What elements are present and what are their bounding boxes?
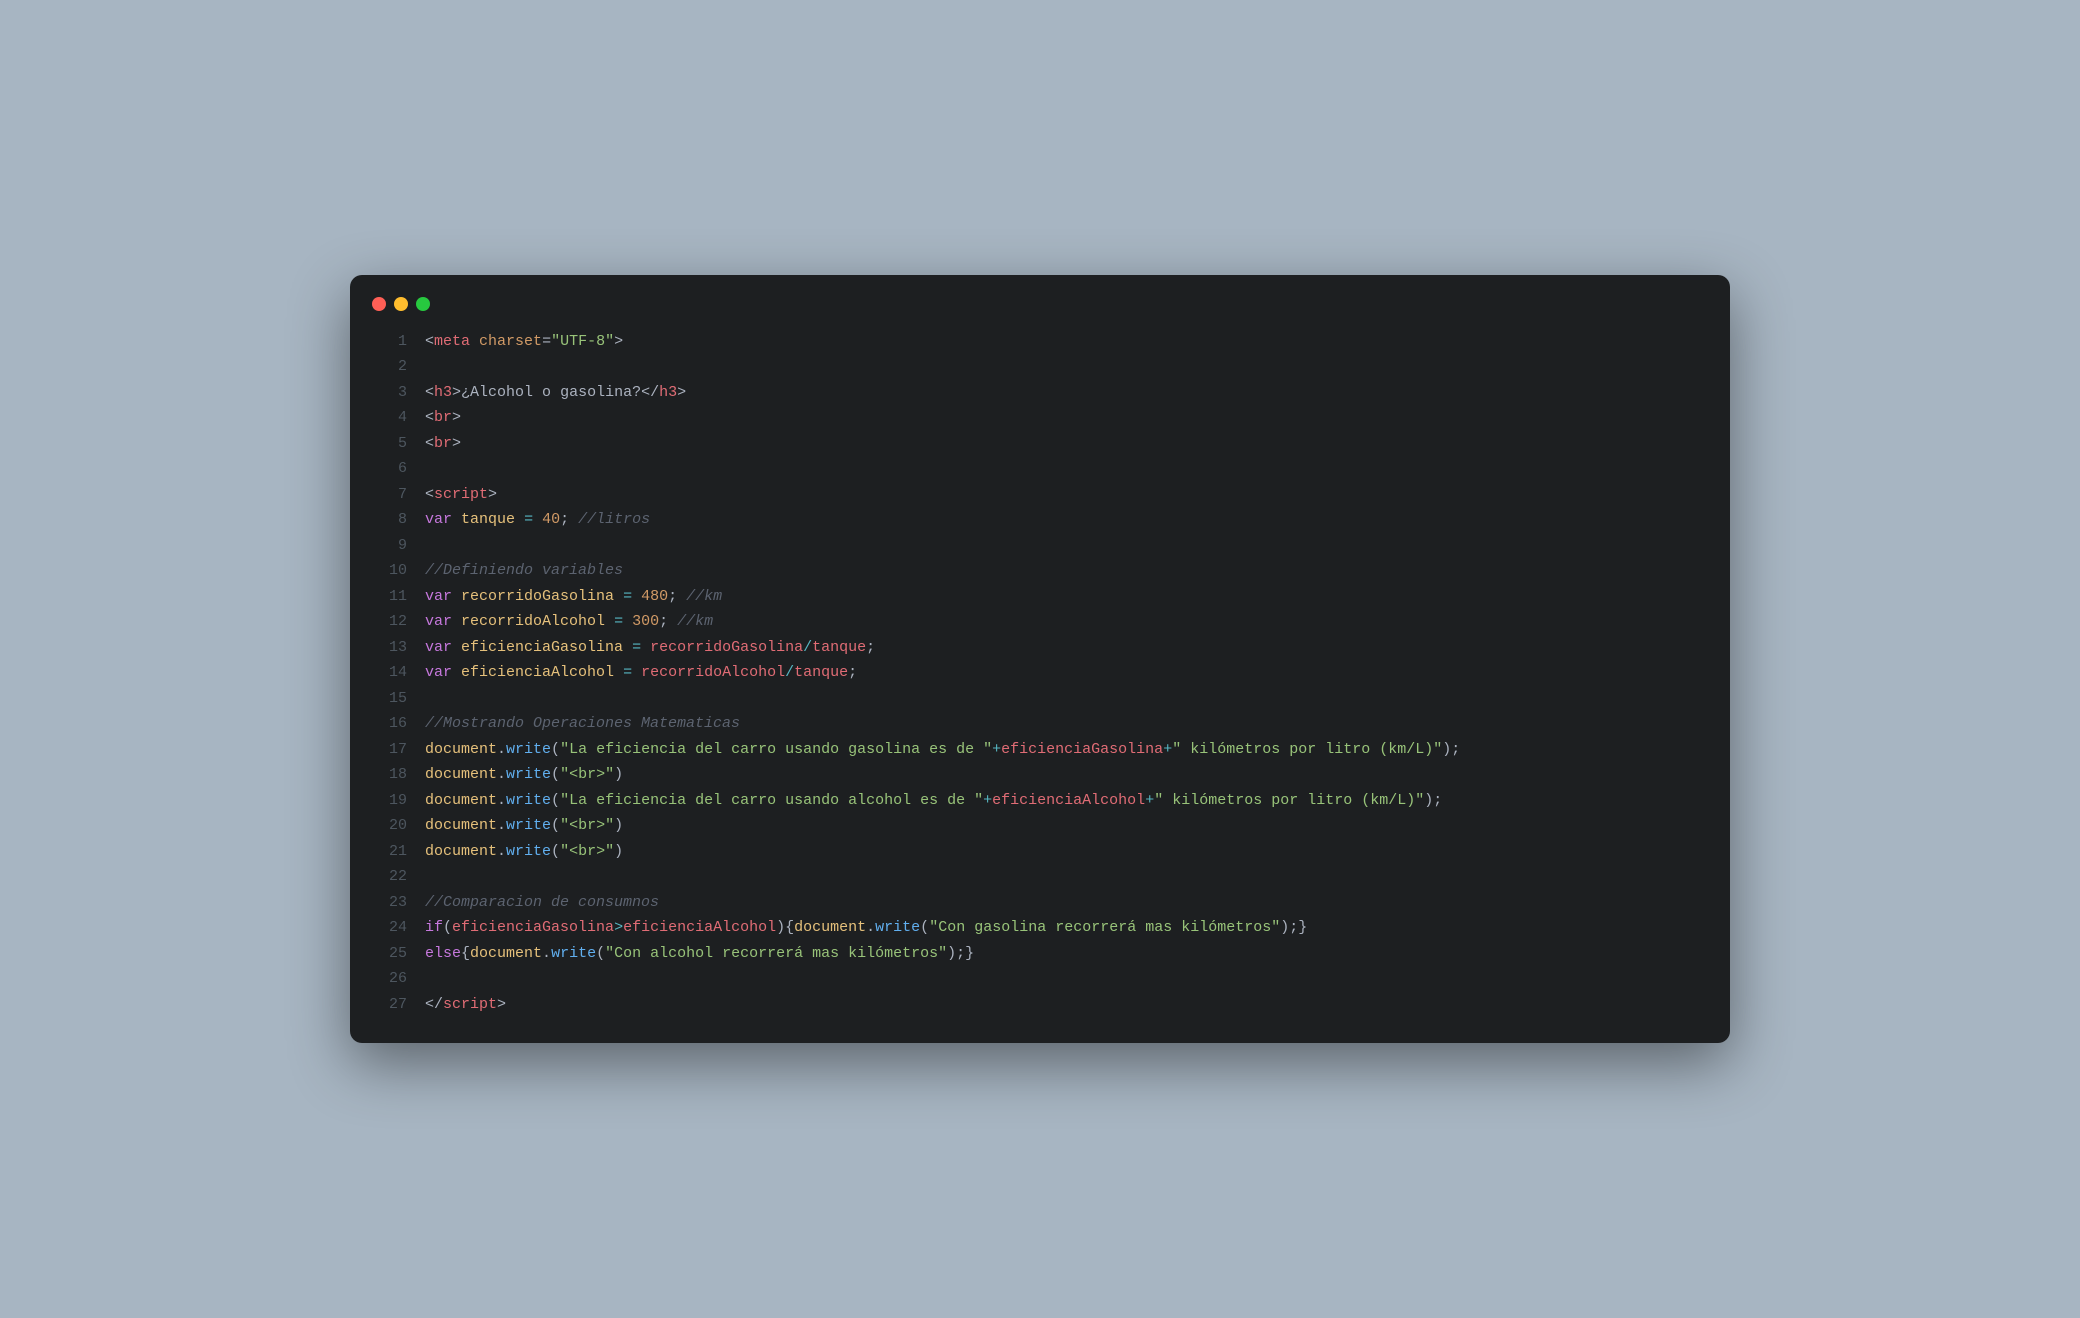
line-content[interactable]: var eficienciaAlcohol = recorridoAlcohol… [425,660,1706,686]
line-content[interactable] [425,966,1706,992]
line-content[interactable] [425,354,1706,380]
line-number: 23 [374,890,407,916]
code-line[interactable]: 11 var recorridoGasolina = 480; //km [374,584,1706,610]
code-window: 1 <meta charset="UTF-8"> 2 3 <h3>¿Alcohol o… [350,275,1730,1044]
code-line[interactable]: 24 if(eficienciaGasolina>eficienciaAlcoho… [374,915,1706,941]
line-number: 3 [374,380,407,406]
line-content[interactable]: var recorridoAlcohol = 300; //km [425,609,1706,635]
line-number: 12 [374,609,407,635]
line-content[interactable] [425,533,1706,559]
line-number: 1 [374,329,407,355]
line-number: 19 [374,788,407,814]
line-number: 21 [374,839,407,865]
code-line[interactable]: 17 document.write("La eficiencia del carr… [374,737,1706,763]
code-line[interactable]: 22 [374,864,1706,890]
line-content[interactable]: else{document.write("Con alcohol recorre… [425,941,1706,967]
code-line[interactable]: 19 document.write("La eficiencia del carr… [374,788,1706,814]
line-content[interactable]: <br> [425,405,1706,431]
code-line[interactable]: 2 [374,354,1706,380]
line-number: 26 [374,966,407,992]
line-number: 25 [374,941,407,967]
code-line[interactable]: 6 [374,456,1706,482]
line-content[interactable]: <br> [425,431,1706,457]
line-number: 15 [374,686,407,712]
line-number: 13 [374,635,407,661]
line-number: 27 [374,992,407,1018]
code-line[interactable]: 15 [374,686,1706,712]
code-line[interactable]: 20 document.write("<br>") [374,813,1706,839]
line-number: 5 [374,431,407,457]
code-line[interactable]: 1 <meta charset="UTF-8"> [374,329,1706,355]
line-content[interactable]: document.write("La eficiencia del carro … [425,737,1706,763]
line-number: 20 [374,813,407,839]
code-line[interactable]: 21 document.write("<br>") [374,839,1706,865]
code-editor[interactable]: 1 <meta charset="UTF-8"> 2 3 <h3>¿Alcohol o… [350,329,1730,1018]
code-line[interactable]: 3 <h3>¿Alcohol o gasolina?</h3> [374,380,1706,406]
code-line[interactable]: 7 <script> [374,482,1706,508]
line-content[interactable]: <meta charset="UTF-8"> [425,329,1706,355]
line-content[interactable]: //Mostrando Operaciones Matematicas [425,711,1706,737]
line-content[interactable] [425,864,1706,890]
line-number: 11 [374,584,407,610]
minimize-icon[interactable] [394,297,408,311]
line-content[interactable]: var eficienciaGasolina = recorridoGasoli… [425,635,1706,661]
line-content[interactable]: document.write("La eficiencia del carro … [425,788,1706,814]
line-number: 18 [374,762,407,788]
zoom-icon[interactable] [416,297,430,311]
line-number: 2 [374,354,407,380]
line-content[interactable]: <h3>¿Alcohol o gasolina?</h3> [425,380,1706,406]
line-content[interactable]: document.write("<br>") [425,839,1706,865]
code-line[interactable]: 26 [374,966,1706,992]
code-line[interactable]: 12 var recorridoAlcohol = 300; //km [374,609,1706,635]
window-titlebar [350,297,1730,329]
line-number: 7 [374,482,407,508]
code-line[interactable]: 8 var tanque = 40; //litros [374,507,1706,533]
code-line[interactable]: 13 var eficienciaGasolina = recorridoGaso… [374,635,1706,661]
line-number: 6 [374,456,407,482]
code-line[interactable]: 9 [374,533,1706,559]
line-number: 22 [374,864,407,890]
line-number: 4 [374,405,407,431]
line-content[interactable]: //Comparacion de consumnos [425,890,1706,916]
line-content[interactable]: document.write("<br>") [425,813,1706,839]
code-line[interactable]: 23 //Comparacion de consumnos [374,890,1706,916]
line-content[interactable] [425,686,1706,712]
code-line[interactable]: 27 </script> [374,992,1706,1018]
code-line[interactable]: 25 else{document.write("Con alcohol recor… [374,941,1706,967]
line-content[interactable]: </script> [425,992,1706,1018]
code-line[interactable]: 16 //Mostrando Operaciones Matematicas [374,711,1706,737]
line-content[interactable]: var recorridoGasolina = 480; //km [425,584,1706,610]
code-line[interactable]: 4 <br> [374,405,1706,431]
line-content[interactable]: if(eficienciaGasolina>eficienciaAlcohol)… [425,915,1706,941]
code-line[interactable]: 10 //Definiendo variables [374,558,1706,584]
code-line[interactable]: 18 document.write("<br>") [374,762,1706,788]
line-content[interactable] [425,456,1706,482]
line-number: 8 [374,507,407,533]
line-number: 24 [374,915,407,941]
code-line[interactable]: 5 <br> [374,431,1706,457]
code-line[interactable]: 14 var eficienciaAlcohol = recorridoAlcoh… [374,660,1706,686]
close-icon[interactable] [372,297,386,311]
line-number: 9 [374,533,407,559]
line-number: 17 [374,737,407,763]
line-content[interactable]: document.write("<br>") [425,762,1706,788]
line-number: 16 [374,711,407,737]
line-content[interactable]: //Definiendo variables [425,558,1706,584]
line-content[interactable]: var tanque = 40; //litros [425,507,1706,533]
line-number: 10 [374,558,407,584]
line-content[interactable]: <script> [425,482,1706,508]
line-number: 14 [374,660,407,686]
